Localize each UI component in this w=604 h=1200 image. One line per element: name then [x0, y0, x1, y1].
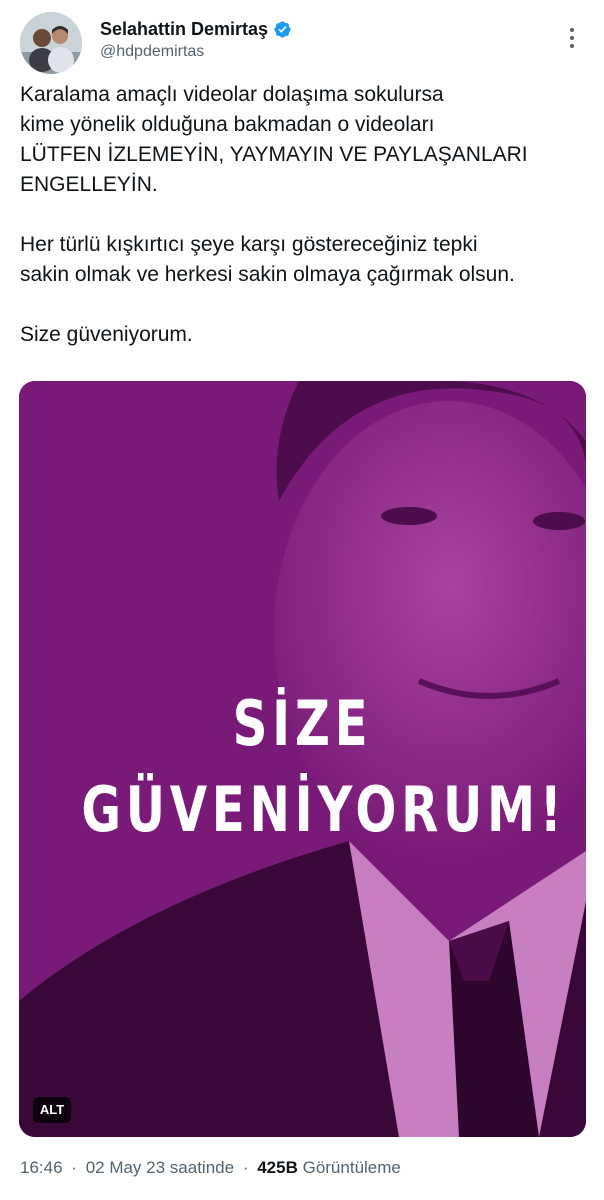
author-handle[interactable]: @hdpdemirtas [100, 43, 204, 61]
meta-separator: · [242, 1158, 249, 1177]
tweet-time[interactable]: 16:46 [20, 1158, 63, 1177]
tweet-media-image[interactable]: SİZE GÜVENİYORUM! [19, 381, 586, 1137]
author-display-name[interactable]: Selahattin Demirtaş [100, 19, 268, 40]
tweet-text: Karalama amaçlı videolar dolaşıma sokulu… [20, 80, 590, 380]
views-count[interactable]: 425B [257, 1158, 298, 1177]
media-text-line2: GÜVENİYORUM! [81, 773, 567, 846]
views-label: Görüntüleme [302, 1158, 401, 1177]
media-text-line1: SİZE [232, 687, 373, 760]
media-overlay-text: SİZE GÜVENİYORUM! [81, 681, 567, 853]
tweet-date[interactable]: 02 May 23 saatinde [86, 1158, 234, 1177]
tweet-paragraph: Karalama amaçlı videolar dolaşıma sokulu… [20, 83, 528, 196]
tweet-paragraph: Her türlü kışkırtıcı şeye karşı gösterec… [20, 233, 515, 286]
author-avatar[interactable] [20, 12, 82, 74]
tweet-paragraph: Size güveniyorum. [20, 323, 193, 346]
verified-badge-icon [273, 20, 292, 39]
more-options-icon[interactable] [562, 24, 582, 52]
tweet-header: Selahattin Demirtaş @hdpdemirtas [0, 0, 604, 80]
avatar-photo [20, 12, 82, 74]
author-name-row: Selahattin Demirtaş [100, 19, 292, 40]
meta-separator: · [71, 1158, 77, 1177]
alt-text-button[interactable]: ALT [33, 1097, 71, 1123]
tweet-metadata: 16:46 · 02 May 23 saatinde · 425B Görünt… [20, 1158, 401, 1178]
